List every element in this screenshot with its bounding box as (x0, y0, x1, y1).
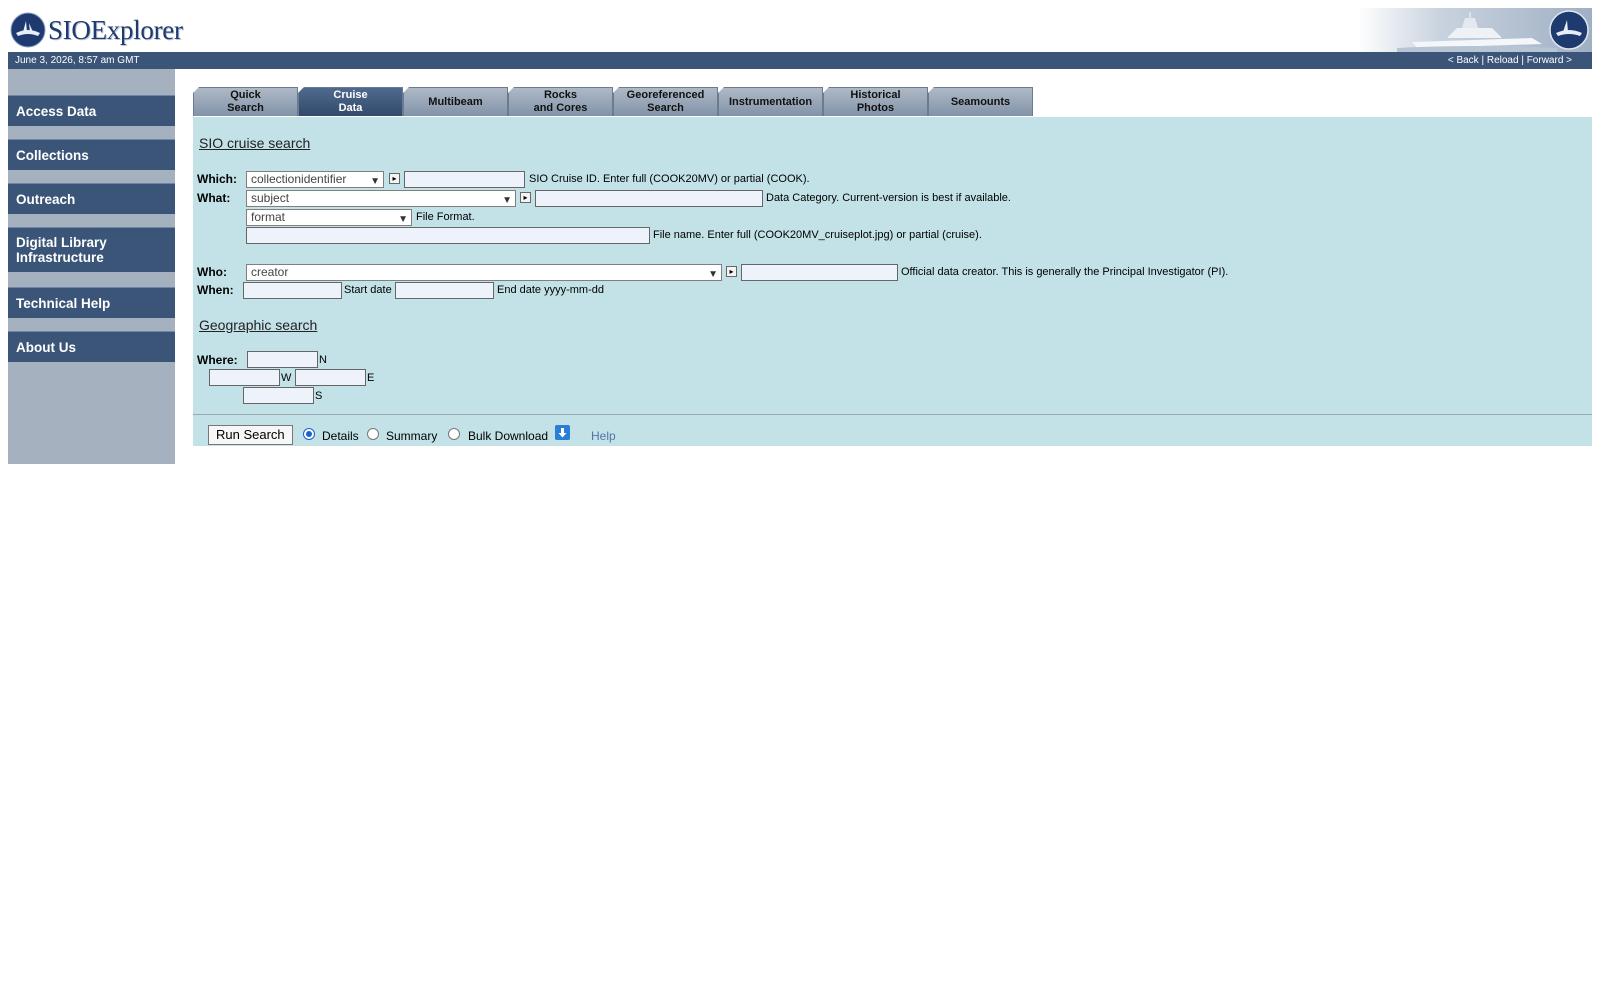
search-tabs: Quick Search Cruise Data Multibeam Rocks an… (193, 87, 1033, 117)
tab-multibeam[interactable]: Multibeam (403, 87, 508, 116)
cruise-search-title[interactable]: SIO cruise search (199, 135, 310, 151)
west-input[interactable] (209, 369, 280, 386)
end-date-input[interactable] (395, 282, 494, 299)
sidebar-item-digital-library[interactable]: Digital Library Infrastructure (8, 227, 175, 272)
nav-separator: | (1518, 55, 1527, 66)
who-select[interactable]: creator ▼ (246, 264, 722, 281)
when-label: When: (197, 283, 234, 297)
chevron-down-icon: ▼ (398, 214, 408, 225)
north-input[interactable] (247, 351, 318, 368)
which-label: Which: (197, 172, 237, 186)
date-bar: June 3, 2026, 8:57 am GMT < Back | Reloa… (8, 52, 1592, 69)
search-panel: SIO cruise search Which: collectionident… (193, 117, 1592, 446)
page-header: SIOExplorer (8, 8, 1592, 52)
picker-icon[interactable]: ▸ (520, 192, 531, 203)
file-name-hint: File name. Enter full (COOK20MV_cruisepl… (653, 229, 982, 241)
geo-search-title[interactable]: Geographic search (199, 317, 317, 333)
picker-icon[interactable]: ▸ (389, 173, 400, 184)
data-category-input[interactable] (535, 190, 763, 207)
tab-instrumentation[interactable]: Instrumentation (718, 87, 823, 116)
chevron-down-icon: ▼ (708, 269, 718, 280)
bulk-download-radio[interactable] (448, 428, 460, 440)
run-search-button[interactable]: Run Search (208, 425, 293, 445)
sidebar-item-technical-help[interactable]: Technical Help (8, 287, 175, 318)
nav-separator: | (1478, 55, 1487, 66)
help-link[interactable]: Help (591, 429, 616, 443)
tab-quick-search[interactable]: Quick Search (193, 87, 298, 116)
details-label: Details (322, 429, 359, 443)
east-input[interactable] (295, 369, 366, 386)
south-input[interactable] (243, 387, 314, 404)
which-hint: SIO Cruise ID. Enter full (COOK20MV) or … (529, 173, 810, 185)
who-label: Who: (197, 265, 227, 279)
what-hint: Data Category. Current-version is best i… (766, 192, 1011, 204)
start-date-hint: Start date (344, 284, 392, 296)
picker-icon[interactable]: ▸ (726, 266, 737, 277)
cruise-id-input[interactable] (404, 171, 525, 188)
tab-historical-photos[interactable]: Historical Photos (823, 87, 928, 116)
forward-link[interactable]: Forward > (1527, 55, 1572, 66)
site-logo[interactable]: SIOExplorer (10, 10, 183, 50)
west-label: W (281, 372, 292, 384)
what-select[interactable]: subject ▼ (246, 190, 516, 207)
history-nav: < Back | Reload | Forward > (1448, 52, 1572, 69)
logo-text: SIOExplorer (48, 14, 183, 45)
ship-banner-image (1357, 8, 1592, 52)
which-select[interactable]: collectionidentifier ▼ (246, 171, 384, 188)
creator-input[interactable] (741, 264, 898, 281)
where-label: Where: (197, 353, 238, 367)
south-label: S (315, 390, 323, 402)
end-date-hint: End date yyyy-mm-dd (497, 284, 604, 296)
current-date: June 3, 2026, 8:57 am GMT (15, 55, 140, 66)
globe-logo-icon (10, 12, 46, 48)
format-hint: File Format. (416, 211, 475, 223)
what-label: What: (197, 191, 231, 205)
who-hint: Official data creator. This is generally… (901, 266, 1229, 278)
east-label: E (367, 372, 375, 384)
download-icon[interactable] (555, 425, 570, 440)
sidebar: Access Data Collections Outreach Digital… (8, 69, 175, 464)
sidebar-item-about-us[interactable]: About Us (8, 331, 175, 362)
reload-link[interactable]: Reload (1487, 55, 1519, 66)
sidebar-item-access-data[interactable]: Access Data (8, 95, 175, 126)
search-controls: Run Search Details Summary Bulk Download… (193, 414, 1592, 447)
file-name-input[interactable] (246, 227, 650, 244)
summary-label: Summary (386, 429, 438, 443)
tab-seamounts[interactable]: Seamounts (928, 87, 1033, 116)
back-link[interactable]: < Back (1448, 55, 1479, 66)
format-select[interactable]: format ▼ (246, 209, 412, 226)
details-radio[interactable] (303, 428, 315, 440)
north-label: N (319, 354, 327, 366)
tab-georeferenced-search[interactable]: Georeferenced Search (613, 87, 718, 116)
bulk-download-label: Bulk Download (468, 429, 549, 443)
chevron-down-icon: ▼ (502, 195, 512, 206)
tab-cruise-data[interactable]: Cruise Data (298, 87, 403, 116)
sidebar-item-collections[interactable]: Collections (8, 139, 175, 170)
start-date-input[interactable] (243, 282, 342, 299)
summary-radio[interactable] (367, 428, 379, 440)
sidebar-item-outreach[interactable]: Outreach (8, 183, 175, 214)
tab-rocks-and-cores[interactable]: Rocks and Cores (508, 87, 613, 116)
chevron-down-icon: ▼ (370, 176, 380, 187)
